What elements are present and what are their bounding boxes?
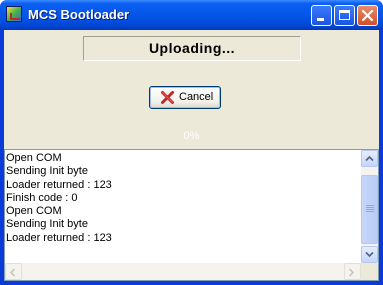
close-button[interactable]	[357, 5, 378, 26]
status-message: Uploading...	[148, 40, 236, 56]
vertical-scroll-thumb[interactable]	[361, 175, 378, 244]
scroll-up-button[interactable]	[361, 150, 378, 167]
scroll-right-button[interactable]	[344, 263, 361, 280]
log-lines: Open COM Sending Init byte Loader returned…	[6, 152, 361, 262]
scroll-down-button[interactable]	[361, 246, 378, 263]
chevron-right-icon	[348, 268, 355, 277]
log-line: Open COM	[6, 205, 62, 218]
status-panel: Uploading...	[83, 36, 301, 61]
window-title: MCS Bootloader	[28, 7, 130, 22]
close-icon	[361, 9, 374, 22]
maximize-icon	[339, 10, 350, 20]
window-frame-bottom	[0, 281, 383, 285]
vertical-scrollbar[interactable]	[361, 150, 378, 263]
horizontal-scrollbar[interactable]	[5, 263, 361, 280]
scroll-corner	[361, 263, 378, 280]
title-bar[interactable]: MCS Bootloader	[0, 0, 383, 30]
log-line: Open COM	[6, 152, 62, 164]
chevron-left-icon	[9, 268, 16, 277]
log-line: Loader returned : 123	[6, 231, 112, 244]
scroll-left-button[interactable]	[5, 263, 22, 280]
cancel-label: Cancel	[179, 91, 214, 103]
progress-percent: 0%	[183, 130, 200, 142]
red-x-icon	[161, 91, 174, 104]
dialog-body: Uploading... Cancel 0% Open COM Sending I…	[4, 30, 379, 281]
bootloader-window: MCS Bootloader Uploading... Cancel 0% Op…	[0, 0, 383, 285]
app-icon[interactable]	[6, 6, 22, 22]
chevron-up-icon	[365, 155, 374, 162]
log-line: Sending Init byte	[6, 165, 88, 178]
cancel-button[interactable]: Cancel	[149, 86, 221, 109]
log-output[interactable]: Open COM Sending Init byte Loader returned…	[4, 149, 379, 281]
log-line: Sending Init byte	[6, 218, 88, 231]
minimize-icon	[317, 18, 324, 21]
minimize-button[interactable]	[311, 5, 332, 26]
log-line: Loader returned : 123	[6, 178, 112, 191]
log-line: Finish code : 0	[6, 191, 78, 204]
maximize-button[interactable]	[334, 5, 355, 26]
chevron-down-icon	[365, 251, 374, 258]
